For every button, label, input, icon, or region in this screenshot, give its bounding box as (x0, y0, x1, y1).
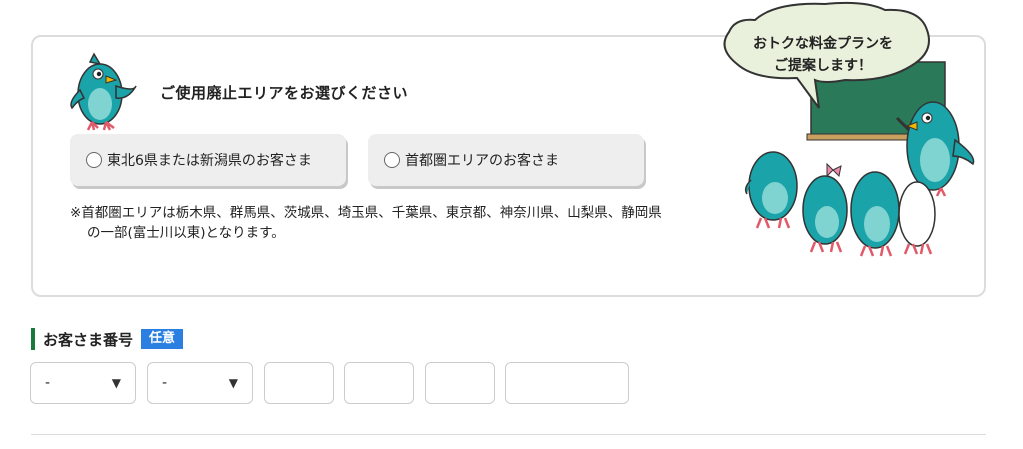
customer-number-title: お客さま番号 (43, 330, 134, 349)
customer-number-field-3[interactable] (425, 362, 495, 404)
student-bird-icon (744, 151, 798, 229)
area-selection-title: ご使用廃止エリアをお選びください (160, 84, 409, 102)
select-value: - (162, 375, 168, 391)
white-bird-icon (898, 181, 936, 255)
select-value: - (45, 375, 51, 391)
radio-icon[interactable] (86, 152, 102, 168)
chevron-down-icon: ▼ (111, 376, 121, 390)
area-note: ※首都圏エリアは栃木県、群馬県、茨城県、埼玉県、千葉県、東京都、神奈川県、山梨県… (70, 203, 730, 243)
area-option-tohoku[interactable]: 東北6県または新潟県のお客さま (70, 134, 346, 186)
customer-number-select-2[interactable]: - ▼ (147, 362, 253, 404)
speech-bubble-line2: ご提案します！ (774, 58, 872, 74)
bird-mascot-icon (70, 52, 137, 131)
area-note-line2: の一部(富士川以東)となります。 (87, 225, 285, 241)
customer-number-select-1[interactable]: - ▼ (30, 362, 136, 404)
customer-number-field-2[interactable] (344, 362, 414, 404)
area-note-line1: ※首都圏エリアは栃木県、群馬県、茨城県、埼玉県、千葉県、東京都、神奈川県、山梨県… (70, 205, 662, 221)
speech-bubble-line1: おトクな料金プランを (753, 36, 893, 52)
area-option-shutoken[interactable]: 首都圏エリアのお客さま (368, 134, 644, 186)
radio-icon[interactable] (384, 152, 400, 168)
section-divider (31, 434, 986, 435)
area-option-label: 東北6県または新潟県のお客さま (107, 153, 312, 169)
student-bird-icon (850, 171, 900, 257)
customer-number-field-4[interactable] (505, 362, 629, 404)
student-bird-ribbon-icon (802, 162, 848, 253)
optional-badge: 任意 (141, 329, 184, 349)
area-option-label: 首都圏エリアのお客さま (405, 153, 559, 169)
customer-number-heading: お客さま番号 任意 (31, 328, 184, 350)
customer-number-field-1[interactable] (264, 362, 334, 404)
chevron-down-icon: ▼ (228, 376, 238, 390)
speech-bubble-text: おトクな料金プランを ご提案します！ (728, 33, 918, 77)
